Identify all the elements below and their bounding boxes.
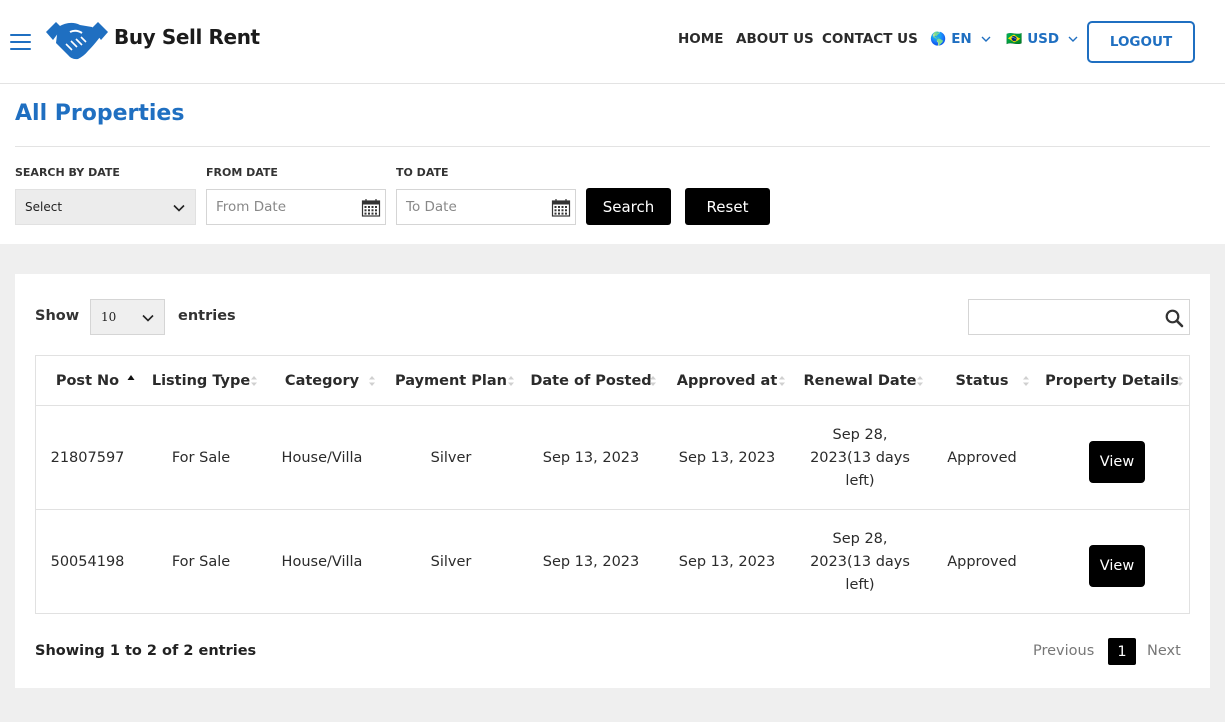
column-header-approved-at[interactable]: Approved at bbox=[672, 356, 782, 406]
nav-home[interactable]: HOME bbox=[678, 31, 723, 47]
handshake-logo-icon[interactable] bbox=[44, 18, 110, 62]
search-by-date-value: Select bbox=[25, 200, 63, 214]
cell-post-no: 50054198 bbox=[50, 553, 125, 570]
entries-per-page-value: 10 bbox=[101, 310, 117, 324]
column-header-listing-type[interactable]: Listing Type bbox=[152, 356, 250, 406]
chevron-down-icon bbox=[1068, 36, 1078, 42]
currency-label: USD bbox=[1027, 31, 1060, 47]
column-header-status[interactable]: Status bbox=[934, 356, 1030, 406]
pagination-page-1[interactable]: 1 bbox=[1108, 638, 1136, 665]
sort-icon[interactable] bbox=[778, 373, 786, 389]
cell-property-details: View bbox=[1048, 406, 1186, 510]
globe-icon: 🌎 bbox=[930, 31, 947, 47]
cell-payment-plan: Silver bbox=[430, 449, 472, 466]
cell-status: Approved bbox=[947, 449, 1017, 466]
sort-icon[interactable] bbox=[1022, 373, 1030, 389]
page-title: All Properties bbox=[15, 101, 185, 126]
search-by-date-label: SEARCH BY DATE bbox=[15, 166, 120, 179]
cell-renewal-date: Sep 28, 2023(13 days left) bbox=[810, 530, 910, 593]
chevron-down-icon bbox=[142, 314, 154, 322]
sort-icon[interactable] bbox=[507, 373, 515, 389]
table-row: 50054198 For Sale House/Villa Silver Sep… bbox=[36, 509, 1189, 613]
entries-label: entries bbox=[178, 308, 236, 324]
column-header-category[interactable]: Category bbox=[272, 356, 372, 406]
view-button[interactable]: View bbox=[1089, 441, 1145, 483]
hamburger-menu-icon[interactable] bbox=[10, 32, 31, 50]
table-row: 21807597 For Sale House/Villa Silver Sep… bbox=[36, 405, 1189, 509]
sort-icon[interactable] bbox=[649, 373, 657, 389]
currency-dropdown[interactable]: 🇧🇷 USD bbox=[1006, 31, 1078, 47]
to-date-input[interactable]: To Date bbox=[396, 189, 576, 225]
cell-category: House/Villa bbox=[281, 449, 363, 466]
cell-date-of-posted: Sep 13, 2023 bbox=[542, 449, 640, 466]
nav-about-us[interactable]: ABOUT US bbox=[736, 31, 814, 47]
cell-payment-plan: Silver bbox=[430, 553, 472, 570]
top-header: Buy Sell Rent HOME ABOUT US CONTACT US 🌎… bbox=[0, 0, 1225, 84]
sort-ascending-icon[interactable] bbox=[127, 373, 135, 389]
cell-category: House/Villa bbox=[281, 553, 363, 570]
reset-button[interactable]: Reset bbox=[685, 188, 770, 225]
view-button[interactable]: View bbox=[1089, 545, 1145, 587]
properties-table: Post No Listing Type Category Payment Pl… bbox=[35, 355, 1190, 614]
to-date-placeholder: To Date bbox=[406, 199, 457, 215]
cell-status: Approved bbox=[947, 553, 1017, 570]
sort-icon[interactable] bbox=[916, 373, 924, 389]
sort-icon[interactable] bbox=[1176, 373, 1184, 389]
to-date-label: TO DATE bbox=[396, 166, 449, 179]
cell-approved-at: Sep 13, 2023 bbox=[678, 553, 776, 570]
flag-icon: 🇧🇷 bbox=[1006, 31, 1023, 47]
column-header-post-no[interactable]: Post No bbox=[36, 356, 139, 406]
logout-button[interactable]: LOGOUT bbox=[1087, 21, 1195, 63]
language-dropdown[interactable]: 🌎 EN bbox=[930, 31, 991, 47]
cell-renewal-date: Sep 28, 2023(13 days left) bbox=[810, 426, 910, 489]
search-button[interactable]: Search bbox=[586, 188, 671, 225]
show-label: Show bbox=[35, 308, 80, 324]
chevron-down-icon bbox=[173, 204, 185, 212]
logo-text[interactable]: Buy Sell Rent bbox=[114, 25, 260, 49]
nav-contact-us[interactable]: CONTACT US bbox=[822, 31, 918, 47]
calendar-icon[interactable] bbox=[361, 198, 381, 218]
chevron-down-icon bbox=[981, 36, 991, 42]
search-icon[interactable] bbox=[1164, 308, 1184, 328]
cell-post-no: 21807597 bbox=[50, 449, 125, 466]
cell-listing-type: For Sale bbox=[171, 449, 231, 466]
pagination-previous[interactable]: Previous bbox=[1033, 643, 1094, 659]
entries-per-page-select[interactable]: 10 bbox=[90, 299, 165, 335]
sort-icon[interactable] bbox=[368, 373, 376, 389]
calendar-icon[interactable] bbox=[551, 198, 571, 218]
pagination-next[interactable]: Next bbox=[1147, 643, 1181, 659]
column-header-property-details[interactable]: Property Details bbox=[1045, 356, 1179, 406]
divider bbox=[15, 146, 1210, 147]
table-search-input[interactable] bbox=[968, 299, 1190, 335]
from-date-label: FROM DATE bbox=[206, 166, 278, 179]
entries-summary: Showing 1 to 2 of 2 entries bbox=[35, 643, 257, 659]
cell-date-of-posted: Sep 13, 2023 bbox=[542, 553, 640, 570]
language-label: EN bbox=[951, 31, 972, 47]
search-by-date-select[interactable]: Select bbox=[15, 189, 196, 225]
column-header-renewal-date[interactable]: Renewal Date bbox=[801, 356, 919, 406]
from-date-input[interactable]: From Date bbox=[206, 189, 386, 225]
column-header-date-of-posted[interactable]: Date of Posted bbox=[530, 356, 651, 406]
cell-approved-at: Sep 13, 2023 bbox=[678, 449, 776, 466]
sort-icon[interactable] bbox=[250, 373, 258, 389]
cell-property-details: View bbox=[1048, 510, 1186, 614]
column-header-payment-plan[interactable]: Payment Plan bbox=[394, 356, 508, 406]
from-date-placeholder: From Date bbox=[216, 199, 287, 215]
cell-listing-type: For Sale bbox=[171, 553, 231, 570]
